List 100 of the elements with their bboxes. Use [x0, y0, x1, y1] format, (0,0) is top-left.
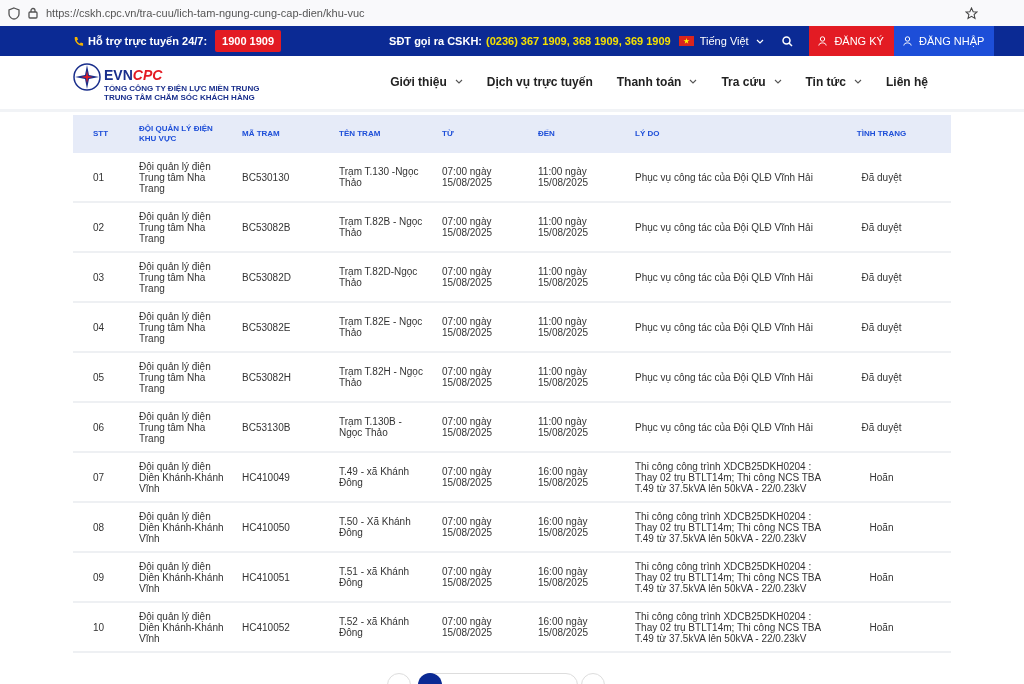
table-cell-text: T.51 - xã Khánh Đông: [339, 566, 411, 588]
nav-link[interactable]: Dịch vụ trực tuyến: [486, 72, 593, 91]
table-cell-text: HC410052: [242, 621, 291, 633]
table-cell-text: Hoãn: [868, 571, 895, 583]
table-cell-text: 01: [93, 171, 106, 183]
table-cell-text: Trạm T.82D-Ngọc Thảo: [339, 266, 419, 288]
table-cell-text: Đội quản lý điện Trung tâm Nha Trang: [139, 210, 212, 244]
table-cell: Đội quản lý điện Diên Khánh-Khánh Vĩnh: [139, 560, 225, 594]
table-cell-text: 05: [93, 371, 106, 383]
table-cell-text: T.49 - xã Khánh Đông: [339, 466, 411, 488]
table-cell-text: Đã duyệt: [860, 221, 903, 233]
vietnam-flag-icon[interactable]: [678, 36, 694, 46]
column-header: ĐỘI QUẢN LÝ ĐIỆN KHU VỰC: [139, 124, 214, 144]
table-cell-text: 11:00 ngày 15/08/2025: [538, 366, 590, 388]
table-cell-text: BC53082H: [242, 371, 292, 383]
table-cell-text: Hoãn: [868, 621, 895, 633]
table-cell-text: Đã duyệt: [860, 171, 903, 183]
table-cell-text: 07:00 ngày 15/08/2025: [442, 616, 494, 638]
table-cell-text: Đội quản lý điện Trung tâm Nha Trang: [139, 260, 212, 294]
column-header: STT: [93, 129, 110, 139]
language-selector[interactable]: Tiếng Việt: [699, 32, 749, 50]
table-cell-text: Đã duyệt: [860, 371, 903, 383]
chevron-down-icon[interactable]: [755, 38, 764, 44]
nav-link[interactable]: Giới thiệu: [390, 72, 463, 91]
table-cell-text: Trạm T.82H - Ngọc Thảo: [339, 366, 424, 388]
table-cell-text: 16:00 ngày 15/08/2025: [538, 516, 590, 538]
table-cell-text: Hoãn: [868, 521, 895, 533]
table-cell-text: Đội quản lý điện Trung tâm Nha Trang: [139, 410, 212, 444]
shield-icon[interactable]: [8, 6, 20, 20]
search-icon[interactable]: [781, 35, 793, 47]
table-cell-text: 11:00 ngày 15/08/2025: [538, 416, 590, 438]
nav-link[interactable]: Liên hệ: [886, 72, 928, 91]
user-icon: [902, 36, 912, 46]
table-cell-text: BC53082D: [242, 271, 292, 283]
table-cell-text: Đã duyệt: [860, 321, 903, 333]
table-cell-text: 07:00 ngày 15/08/2025: [442, 366, 494, 388]
table-cell-text: BC53130B: [242, 421, 292, 433]
table-cell-text: Phục vụ công tác của Đội QLĐ Vĩnh Hải: [635, 171, 814, 183]
table-cell-text: HC410049: [242, 471, 291, 483]
table-cell-text: Phục vụ công tác của Đội QLĐ Vĩnh Hải: [635, 321, 814, 333]
table-cell-text: BC530130: [242, 171, 291, 183]
table-cell: Thi công công trình XDCB25DKH0204 : Thay 02 trụ BTLT14m; Thi công NCS TBA T.49 từ 37.5kVA lên 50kVA - 22/0.23kV: [635, 460, 821, 494]
table-cell-text: 04: [93, 321, 106, 333]
table-cell-text: 16:00 ngày 15/08/2025: [538, 466, 590, 488]
table-cell-text: 02: [93, 221, 106, 233]
table-cell-text: 07:00 ngày 15/08/2025: [442, 216, 494, 238]
table-cell-text: 11:00 ngày 15/08/2025: [538, 216, 590, 238]
table-cell: Thi công công trình XDCB25DKH0204 : Thay 02 trụ BTLT14m; Thi công NCS TBA T.49 từ 37.5kVA lên 50kVA - 22/0.23kV: [635, 610, 821, 644]
brand-name[interactable]: EVNCPC: [104, 67, 260, 83]
table-cell-text: 11:00 ngày 15/08/2025: [538, 316, 590, 338]
table-cell-text: 07: [93, 471, 106, 483]
table-cell-text: 09: [93, 571, 106, 583]
table-cell-text: Phục vụ công tác của Đội QLĐ Vĩnh Hải: [635, 371, 814, 383]
nav-link[interactable]: Thanh toán: [616, 72, 698, 91]
table-cell-text: 07:00 ngày 15/08/2025: [442, 566, 494, 588]
table-cell-text: 06: [93, 421, 106, 433]
register-button[interactable]: ĐĂNG KÝ: [808, 26, 894, 56]
table-cell-text: 07:00 ngày 15/08/2025: [442, 466, 494, 488]
table-cell-text: BC53082E: [242, 321, 292, 333]
table-cell: Đội quản lý điện Diên Khánh-Khánh Vĩnh: [139, 610, 225, 644]
lock-icon[interactable]: [28, 7, 38, 19]
table-cell-text: 07:00 ngày 15/08/2025: [442, 166, 494, 188]
table-cell-text: BC53082B: [242, 221, 292, 233]
table-cell-text: Đã duyệt: [860, 271, 903, 283]
phone-icon: [73, 35, 84, 47]
table-cell-text: 10: [93, 621, 106, 633]
table-cell-text: 08: [93, 521, 106, 533]
column-header: TÌNH TRẠNG: [855, 129, 908, 139]
table-cell-text: Trạm T.130B - Ngọc Thảo: [339, 416, 403, 438]
table-cell-text: Phục vụ công tác của Đội QLĐ Vĩnh Hải: [635, 421, 814, 433]
table-cell-text: Đội quản lý điện Trung tâm Nha Trang: [139, 310, 212, 344]
column-header: ĐẾN: [538, 129, 556, 139]
table-cell-text: Trạm T.82E - Ngọc Thảo: [339, 316, 424, 338]
company-name: TỔNG CÔNG TY ĐIỆN LỰC MIỀN TRUNG: [104, 84, 260, 93]
table-cell-text: 07:00 ngày 15/08/2025: [442, 516, 494, 538]
table-cell-text: Đã duyệt: [860, 421, 903, 433]
user-icon: [818, 36, 828, 46]
hotline-badge[interactable]: 1900 1909: [215, 29, 282, 53]
column-header: MÃ TRẠM: [242, 129, 281, 139]
star-icon[interactable]: [965, 6, 978, 20]
nav-link[interactable]: Tin tức: [805, 72, 862, 91]
table-cell: Đội quản lý điện Diên Khánh-Khánh Vĩnh: [139, 510, 225, 544]
support-label: Hỗ trợ trực tuyến 24/7:: [88, 33, 208, 50]
column-header: TÊN TRẠM: [339, 129, 382, 139]
nav-link[interactable]: Tra cứu: [721, 72, 782, 91]
logo-icon[interactable]: [73, 63, 101, 91]
cskh-numbers[interactable]: (0236) 367 1909, 368 1909, 369 1909: [486, 32, 671, 50]
table-cell-text: Trạm T.82B - Ngọc Thảo: [339, 216, 424, 238]
table-cell-text: 07:00 ngày 15/08/2025: [442, 316, 494, 338]
table-cell-text: Hoãn: [868, 471, 895, 483]
table-cell-text: 11:00 ngày 15/08/2025: [538, 266, 590, 288]
table-cell: Thi công công trình XDCB25DKH0204 : Thay 02 trụ BTLT14m; Thi công NCS TBA T.49 từ 37.5kVA lên 50kVA - 22/0.23kV: [635, 560, 821, 594]
login-button[interactable]: ĐĂNG NHẬP: [893, 26, 994, 56]
table-cell-text: Đội quản lý điện Trung tâm Nha Trang: [139, 360, 212, 394]
table-cell-text: 07:00 ngày 15/08/2025: [442, 416, 494, 438]
table-cell-text: 16:00 ngày 15/08/2025: [538, 616, 590, 638]
table-cell-text: HC410050: [242, 521, 291, 533]
table-cell-text: 07:00 ngày 15/08/2025: [442, 266, 494, 288]
column-header: LÝ DO: [635, 129, 661, 139]
column-header: TỪ: [442, 129, 455, 139]
